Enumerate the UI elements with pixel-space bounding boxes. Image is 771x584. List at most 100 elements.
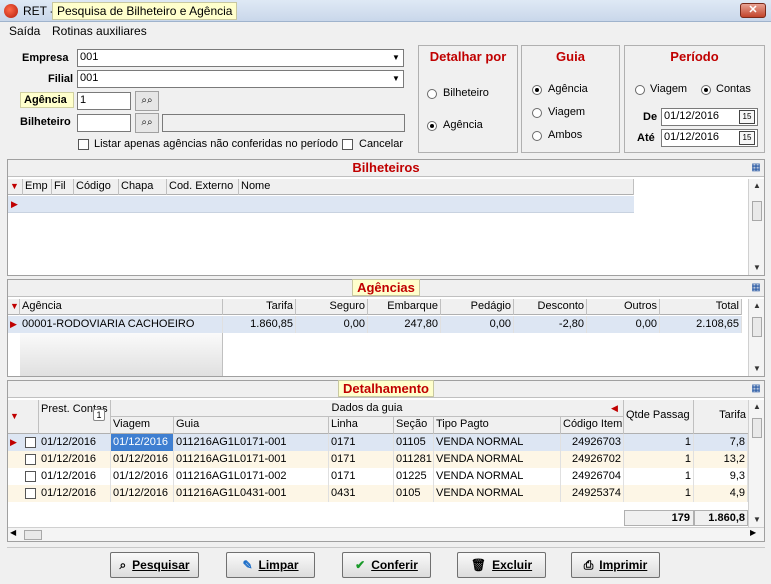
- filter-icon[interactable]: ▦: [748, 162, 764, 174]
- bilheteiro-input[interactable]: [77, 114, 131, 132]
- agencias-scrollbar[interactable]: ▲ ▼: [748, 299, 764, 376]
- detalhamento-title: Detalhamento: [8, 380, 764, 398]
- col-guia[interactable]: Guia: [174, 417, 329, 434]
- filter-icon[interactable]: ▦: [748, 282, 764, 294]
- cell-linha: 0171: [329, 468, 394, 485]
- title-bar[interactable]: RET - Pesquisa de Bilheteiro e Agência ✕: [0, 0, 771, 22]
- excluir-button[interactable]: 🗑 Excluir: [457, 552, 546, 578]
- cell-guia: 011216AG1L0431-001: [174, 485, 329, 502]
- imprimir-button[interactable]: ⎙ Imprimir: [571, 552, 660, 578]
- detalhamento-hscrollbar[interactable]: ◀ ▶: [8, 527, 764, 541]
- table-row[interactable]: 01/12/2016 01/12/2016 011216AG1L0171-002…: [8, 468, 748, 485]
- pesquisar-label: Pesquisar: [132, 558, 190, 572]
- table-row[interactable]: ▶ 00001-RODOVIARIA CACHOEIRO 1.860,85 0,…: [8, 316, 742, 333]
- agencia-input[interactable]: 1: [77, 92, 131, 110]
- scroll-right-icon[interactable]: ▶: [750, 528, 756, 537]
- conferir-button[interactable]: ✔ Conferir: [342, 552, 431, 578]
- col-emp[interactable]: Emp: [23, 179, 52, 195]
- scroll-thumb[interactable]: [752, 317, 762, 337]
- row-checkbox[interactable]: [25, 437, 36, 448]
- table-row[interactable]: 01/12/2016 01/12/2016 011216AG1L0171-001…: [8, 451, 748, 468]
- search-bilheteiro-binoculars-icon[interactable]: ⌕⌕: [135, 113, 159, 133]
- row-checkbox[interactable]: [25, 454, 36, 465]
- col-codigo-item[interactable]: Código Item: [561, 417, 624, 434]
- radio-periodo-contas[interactable]: [701, 85, 711, 95]
- chevron-down-icon[interactable]: ▼: [389, 50, 403, 66]
- menu-rotinas-auxiliares[interactable]: Rotinas auxiliares: [52, 24, 147, 38]
- table-row[interactable]: 01/12/2016 01/12/2016 011216AG1L0431-001…: [8, 485, 748, 502]
- scroll-up-icon[interactable]: ▲: [749, 299, 765, 313]
- col-desconto[interactable]: Desconto: [514, 299, 587, 315]
- search-agencia-binoculars-icon[interactable]: ⌕⌕: [135, 91, 159, 111]
- col-total[interactable]: Total: [660, 299, 742, 315]
- col-seguro[interactable]: Seguro: [296, 299, 368, 315]
- col-agencia[interactable]: Agência: [20, 299, 223, 315]
- col-secao[interactable]: Seção: [394, 417, 434, 434]
- col-linha[interactable]: Linha: [329, 417, 394, 434]
- col-embarque[interactable]: Embarque: [368, 299, 441, 315]
- col-nome[interactable]: Nome: [239, 179, 634, 195]
- cell-total: 2.108,65: [660, 316, 742, 333]
- radio-guia-ambos[interactable]: [532, 131, 542, 141]
- scroll-down-icon[interactable]: ▼: [749, 513, 765, 527]
- scroll-down-icon[interactable]: ▼: [749, 362, 765, 376]
- row-checkbox[interactable]: [25, 488, 36, 499]
- conferir-label: Conferir: [371, 558, 418, 572]
- table-row[interactable]: ▶: [8, 196, 634, 213]
- cell-secao: 0105: [394, 485, 434, 502]
- col-qtde-passag[interactable]: Qtde Passag: [624, 400, 694, 434]
- scroll-left-icon[interactable]: ◀: [10, 528, 16, 537]
- menu-saida[interactable]: Saída: [9, 24, 40, 38]
- hscroll-thumb[interactable]: [24, 530, 42, 540]
- detalhamento-scrollbar[interactable]: ▲ ▼: [748, 400, 764, 527]
- empresa-select[interactable]: 001: [77, 49, 404, 67]
- radio-agencia[interactable]: [427, 121, 437, 131]
- bilheteiros-scrollbar[interactable]: ▲ ▼: [748, 179, 764, 275]
- cell-qtde: 1: [624, 485, 694, 502]
- col-cod-externo[interactable]: Cod. Externo: [167, 179, 239, 195]
- radio-guia-ambos-label: Ambos: [548, 129, 583, 141]
- radio-bilheteiro[interactable]: [427, 89, 437, 99]
- col-pedagio[interactable]: Pedágio: [441, 299, 514, 315]
- chevron-down-icon[interactable]: ▼: [389, 71, 403, 87]
- collapse-arrow-icon[interactable]: ◀: [611, 403, 618, 414]
- filter-icon[interactable]: ▦: [748, 383, 764, 395]
- bilheteiros-header: ▼ Emp Fil Código Chapa Cod. Externo Nome: [8, 179, 634, 195]
- radio-periodo-viagem[interactable]: [635, 85, 645, 95]
- col-tipo-pagto[interactable]: Tipo Pagto: [434, 417, 561, 434]
- calendar-icon[interactable]: 15: [739, 131, 755, 145]
- table-row[interactable]: ▶ 01/12/2016 01/12/2016 011216AG1L0171-0…: [8, 434, 748, 451]
- listar-nao-conferidas-label: Listar apenas agências não conferidas no…: [94, 138, 339, 150]
- close-button[interactable]: ✕: [740, 3, 766, 18]
- cell-viagem-selected[interactable]: 01/12/2016: [111, 434, 174, 451]
- cell-seguro: 0,00: [296, 316, 368, 333]
- row-checkbox[interactable]: [25, 471, 36, 482]
- col-codigo[interactable]: Código: [74, 179, 119, 195]
- col-outros[interactable]: Outros: [587, 299, 660, 315]
- scroll-up-icon[interactable]: ▲: [749, 400, 765, 414]
- col-tarifa[interactable]: Tarifa: [223, 299, 296, 315]
- scroll-thumb[interactable]: [752, 201, 762, 221]
- listar-nao-conferidas-checkbox[interactable]: [78, 139, 89, 150]
- cell-viagem: 01/12/2016: [111, 468, 174, 485]
- filial-select[interactable]: 001: [77, 70, 404, 88]
- guia-title: Guia: [556, 49, 585, 64]
- cell-secao: 011281: [394, 451, 434, 468]
- scroll-up-icon[interactable]: ▲: [749, 179, 765, 193]
- de-label: De: [643, 111, 658, 123]
- scroll-thumb[interactable]: [752, 418, 762, 438]
- detalhamento-header: ▼ Prest. Contas 1 Dados da guia ◀ Viagem…: [8, 400, 748, 434]
- col-chapa[interactable]: Chapa: [119, 179, 167, 195]
- scroll-down-icon[interactable]: ▼: [749, 261, 765, 275]
- calendar-icon[interactable]: 15: [739, 110, 755, 124]
- col-fil[interactable]: Fil: [52, 179, 74, 195]
- cell-guia: 011216AG1L0171-001: [174, 434, 329, 451]
- cell-guia: 011216AG1L0171-001: [174, 451, 329, 468]
- col-viagem[interactable]: Viagem: [111, 417, 174, 434]
- radio-guia-viagem[interactable]: [532, 108, 542, 118]
- pesquisar-button[interactable]: ⌕ Pesquisar: [110, 552, 199, 578]
- limpar-button[interactable]: ✎ Limpar: [226, 552, 315, 578]
- radio-guia-agencia[interactable]: [532, 85, 542, 95]
- col-tarifa[interactable]: Tarifa: [694, 400, 748, 434]
- cancelar-checkbox[interactable]: [342, 139, 353, 150]
